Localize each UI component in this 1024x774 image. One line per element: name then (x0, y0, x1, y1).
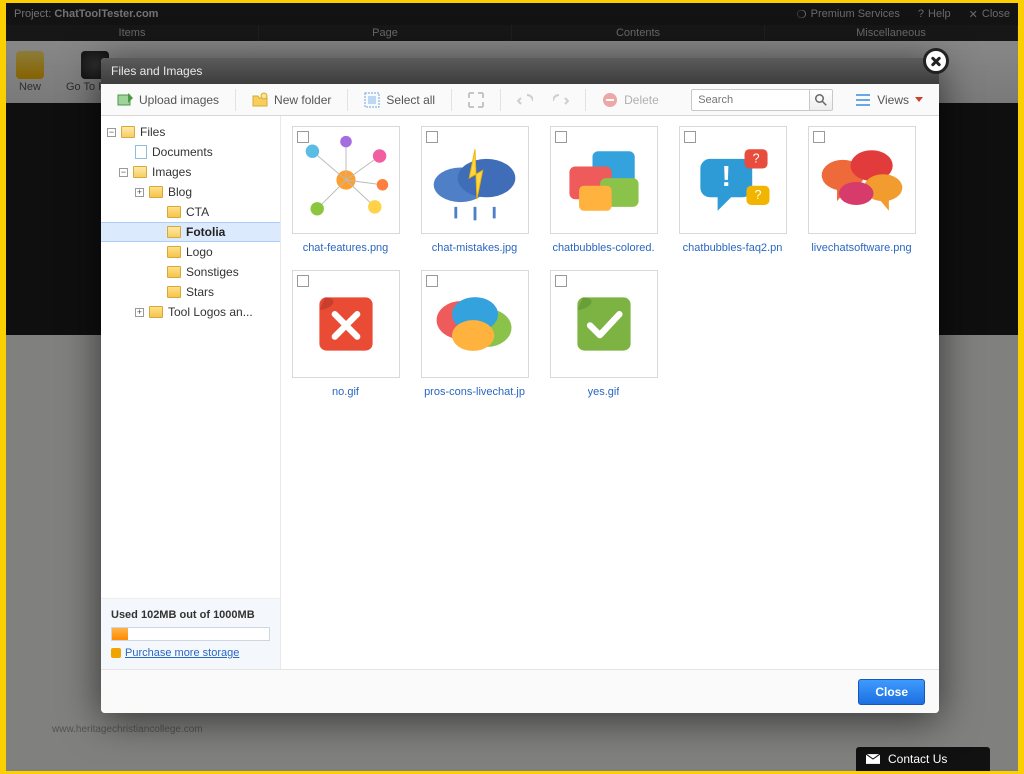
undo-button[interactable] (509, 88, 541, 112)
modal-footer: Close (101, 669, 939, 713)
tree-node-stars[interactable]: Stars (101, 282, 280, 302)
search-button[interactable] (809, 89, 833, 111)
thumbnail-image (569, 289, 639, 359)
mail-icon (866, 754, 880, 764)
new-folder-icon (252, 92, 268, 108)
select-all-label: Select all (386, 93, 435, 107)
contact-us-tab[interactable]: Contact Us (856, 747, 990, 771)
file-checkbox[interactable] (813, 131, 825, 143)
new-folder-button[interactable]: New folder (244, 88, 339, 112)
tree-node-tool-logos[interactable]: +Tool Logos an... (101, 302, 280, 322)
storage-bar (111, 627, 270, 641)
search-input[interactable] (691, 89, 809, 111)
file-checkbox[interactable] (297, 131, 309, 143)
folder-tree: −Files Documents −Images +Blog CTA Fotol… (101, 116, 281, 669)
select-all-button[interactable]: Select all (356, 88, 443, 112)
file-checkbox[interactable] (426, 131, 438, 143)
file-checkbox[interactable] (684, 131, 696, 143)
thumbnail-image (311, 289, 381, 359)
files-images-modal: Files and Images Upload images New folde… (101, 58, 939, 713)
modal-title: Files and Images (111, 64, 202, 78)
key-icon (111, 648, 121, 658)
views-dropdown[interactable]: Views (847, 88, 931, 112)
modal-close-x[interactable] (923, 48, 949, 74)
storage-text: Used 102MB out of 1000MB (111, 609, 270, 621)
tree-node-documents[interactable]: Documents (101, 142, 280, 162)
tree-node-sonstiges[interactable]: Sonstiges (101, 262, 280, 282)
folder-icon (121, 126, 135, 138)
folder-icon (167, 226, 181, 238)
thumbnail-image (298, 132, 394, 228)
modal-toolbar: Upload images New folder Select all (101, 84, 939, 116)
thumbnail-image (556, 132, 652, 228)
close-button[interactable]: Close (858, 679, 925, 705)
views-icon (855, 92, 871, 108)
thumbnail-image (814, 132, 910, 228)
redo-icon (553, 92, 569, 108)
tree-node-files[interactable]: −Files (101, 122, 280, 142)
document-icon (135, 145, 147, 159)
file-name: chatbubbles-colored. (552, 242, 654, 254)
file-name: livechatsoftware.png (811, 242, 911, 254)
tree-node-logo[interactable]: Logo (101, 242, 280, 262)
file-item[interactable]: livechatsoftware.png (805, 126, 918, 254)
delete-button[interactable]: Delete (594, 88, 667, 112)
thumbnail-grid: chat-features.png chat-mistakes.j (281, 116, 939, 669)
file-name: chat-features.png (303, 242, 389, 254)
tree-node-cta[interactable]: CTA (101, 202, 280, 222)
delete-icon (602, 92, 618, 108)
file-item[interactable]: chatbubbles-colored. (547, 126, 660, 254)
delete-label: Delete (624, 93, 659, 107)
file-checkbox[interactable] (426, 275, 438, 287)
tree-node-blog[interactable]: +Blog (101, 182, 280, 202)
views-label: Views (877, 93, 909, 107)
file-checkbox[interactable] (297, 275, 309, 287)
modal-titlebar: Files and Images (101, 58, 939, 84)
thumbnail-image (427, 276, 523, 372)
undo-icon (517, 92, 533, 108)
redo-button[interactable] (545, 88, 577, 112)
storage-bar-fill (112, 628, 128, 640)
folder-icon (167, 266, 181, 278)
file-name: no.gif (332, 386, 359, 398)
new-folder-label: New folder (274, 93, 331, 107)
upload-images-button[interactable]: Upload images (109, 88, 227, 112)
tree-node-images[interactable]: −Images (101, 162, 280, 182)
search-icon (815, 94, 827, 106)
folder-icon (167, 206, 181, 218)
folder-icon (133, 166, 147, 178)
file-name: chatbubbles-faq2.pn (683, 242, 783, 254)
contact-us-label: Contact Us (888, 752, 947, 766)
file-item[interactable]: pros-cons-livechat.jp (418, 270, 531, 398)
file-item[interactable]: no.gif (289, 270, 402, 398)
file-item[interactable]: chat-features.png (289, 126, 402, 254)
storage-panel: Used 102MB out of 1000MB Purchase more s… (101, 598, 280, 669)
search-field (691, 89, 833, 111)
file-checkbox[interactable] (555, 131, 567, 143)
thumbnail-image: ! ? ? (685, 132, 781, 228)
folder-icon (149, 306, 163, 318)
expand-icon (468, 92, 484, 108)
file-item[interactable]: yes.gif (547, 270, 660, 398)
file-checkbox[interactable] (555, 275, 567, 287)
upload-images-label: Upload images (139, 93, 219, 107)
file-item[interactable]: chat-mistakes.jpg (418, 126, 531, 254)
svg-text:!: ! (721, 161, 731, 193)
file-name: yes.gif (588, 386, 620, 398)
fullscreen-button[interactable] (460, 88, 492, 112)
thumbnail-image (427, 132, 523, 228)
svg-text:?: ? (754, 188, 761, 202)
upload-icon (117, 92, 133, 108)
folder-icon (167, 246, 181, 258)
folder-icon (149, 186, 163, 198)
select-all-icon (364, 92, 380, 108)
tree-node-fotolia[interactable]: Fotolia (101, 222, 280, 242)
file-item[interactable]: ! ? ? chatbubbles-faq2.pn (676, 126, 789, 254)
chevron-down-icon (915, 97, 923, 102)
purchase-storage-link[interactable]: Purchase more storage (125, 647, 239, 659)
folder-icon (167, 286, 181, 298)
file-name: pros-cons-livechat.jp (424, 386, 525, 398)
file-name: chat-mistakes.jpg (432, 242, 518, 254)
svg-text:?: ? (752, 152, 759, 166)
